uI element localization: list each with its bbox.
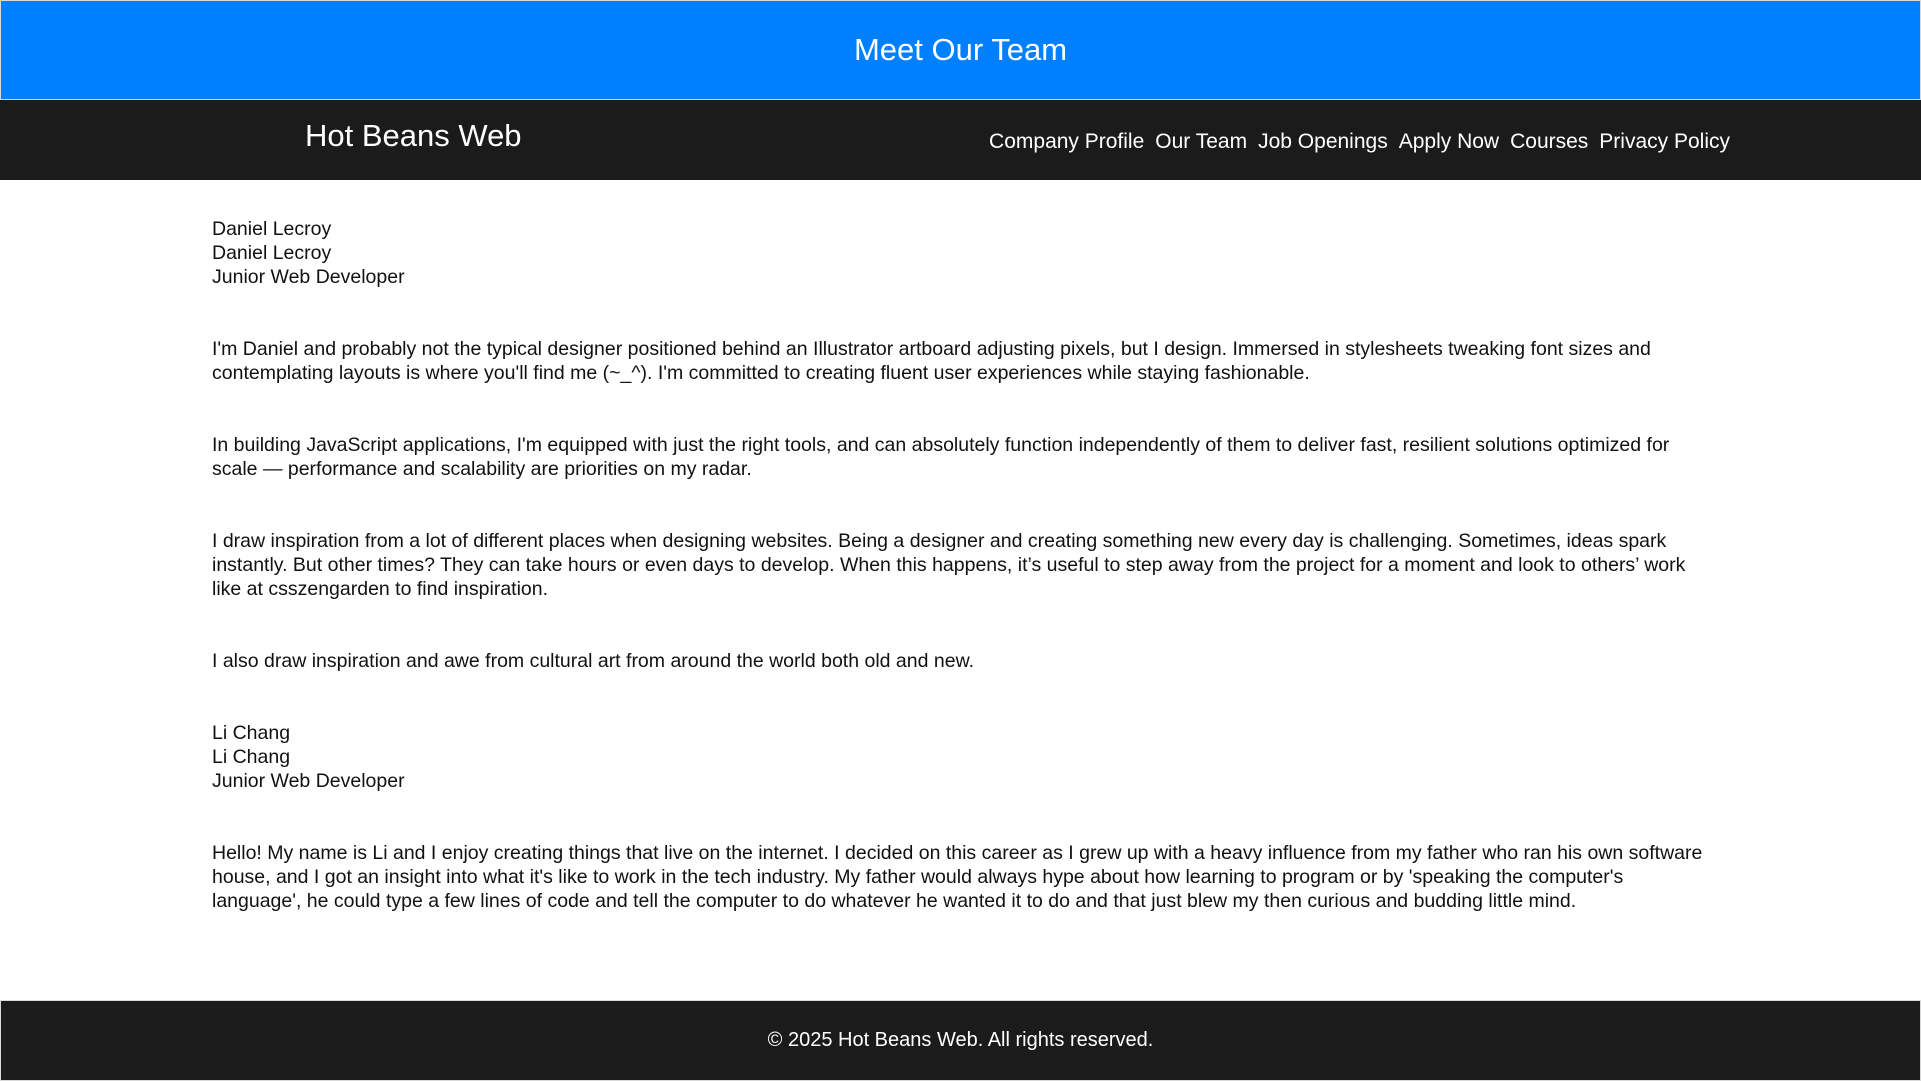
member-bio-paragraph: I also draw inspiration and awe from cul… <box>212 650 974 672</box>
member-name: Daniel Lecroy <box>212 218 332 240</box>
member-bio-paragraph: In building JavaScript applications, I'm… <box>212 434 1670 480</box>
member-job-title: Junior Web Developer <box>212 770 405 792</box>
page-title: Meet Our Team <box>853 32 1068 67</box>
nav-link-job-openings[interactable]: Job Openings <box>1258 130 1388 153</box>
member-bio-paragraph: I'm Daniel and probably not the typical … <box>212 338 1651 384</box>
nav-link-company-profile[interactable]: Company Profile <box>989 130 1144 153</box>
member-name-caption: Daniel Lecroy <box>212 242 332 264</box>
page-footer: © 2025 Hot Beans Web. All rights reserve… <box>0 1000 1921 1081</box>
top-banner: Meet Our Team <box>0 0 1921 100</box>
nav-link-our-team[interactable]: Our Team <box>1155 130 1247 153</box>
nav-link-apply-now[interactable]: Apply Now <box>1399 130 1499 153</box>
nav-link-privacy-policy[interactable]: Privacy Policy <box>1599 130 1730 153</box>
team-content: Daniel Lecroy Daniel Lecroy Junior Web D… <box>0 180 1921 1000</box>
member-bio-paragraph: Hello! My name is Li and I enjoy creatin… <box>212 842 1703 912</box>
nav-links: Company Profile Our Team Job Openings Ap… <box>989 130 1730 154</box>
copyright-text: © 2025 Hot Beans Web. All rights reserve… <box>767 1029 1154 1051</box>
member-bio-paragraph: I draw inspiration from a lot of differe… <box>212 530 1686 600</box>
member-name: Li Chang <box>212 722 291 744</box>
member-name-caption: Li Chang <box>212 746 291 768</box>
team-member-li: Li Chang Li Chang Junior Web Developer H… <box>212 721 1709 913</box>
member-job-title: Junior Web Developer <box>212 266 405 288</box>
brand-logo-text[interactable]: Hot Beans Web <box>305 118 522 154</box>
nav-link-courses[interactable]: Courses <box>1510 130 1588 153</box>
team-member-daniel: Daniel Lecroy Daniel Lecroy Junior Web D… <box>212 217 1709 673</box>
nav-bar: Hot Beans Web Company Profile Our Team J… <box>0 100 1921 180</box>
member-header: Li Chang Li Chang Junior Web Developer <box>212 721 1709 793</box>
member-header: Daniel Lecroy Daniel Lecroy Junior Web D… <box>212 217 1709 289</box>
